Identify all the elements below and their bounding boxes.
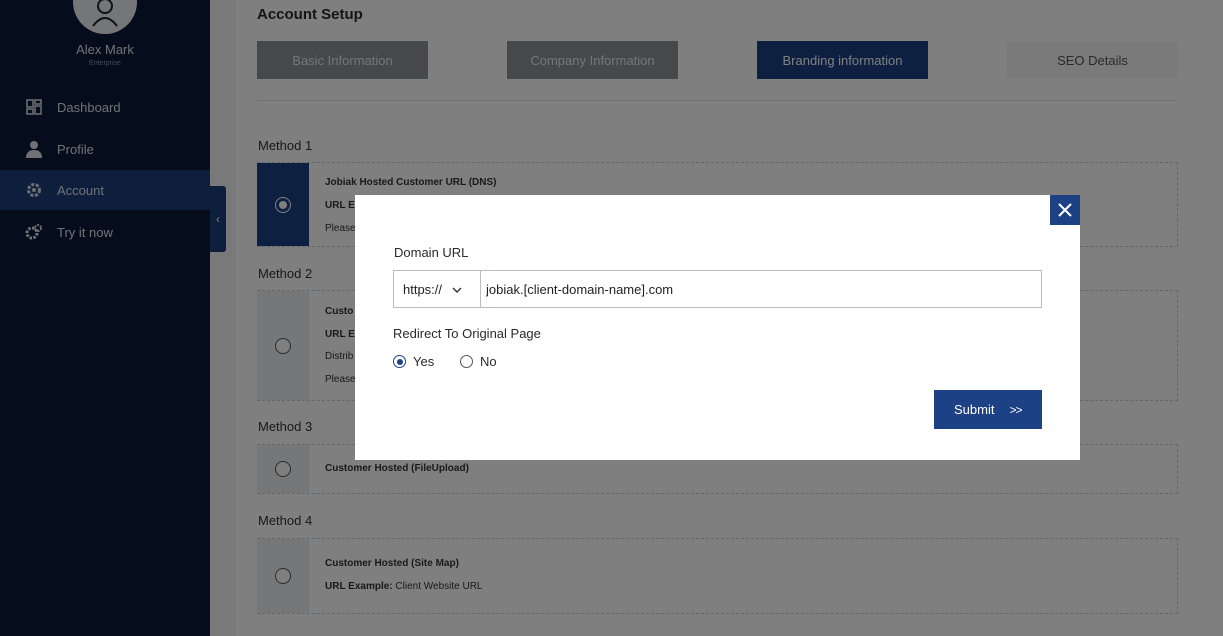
redirect-label: Redirect To Original Page bbox=[393, 326, 541, 341]
protocol-select[interactable]: https:// bbox=[394, 271, 481, 307]
close-icon bbox=[1058, 203, 1072, 217]
chevron-down-icon bbox=[452, 282, 462, 297]
radio-selected-icon[interactable] bbox=[393, 355, 406, 368]
submit-label: Submit bbox=[954, 402, 995, 417]
domain-url-label: Domain URL bbox=[394, 245, 469, 260]
radio-label: No bbox=[480, 354, 497, 369]
redirect-no-option[interactable]: No bbox=[460, 354, 497, 369]
domain-url-input[interactable] bbox=[481, 271, 1041, 307]
close-button[interactable] bbox=[1050, 195, 1080, 225]
redirect-yes-option[interactable]: Yes bbox=[393, 354, 434, 369]
radio-empty-icon[interactable] bbox=[460, 355, 473, 368]
radio-label: Yes bbox=[413, 354, 435, 369]
submit-button[interactable]: Submit >> bbox=[934, 390, 1042, 429]
domain-url-group: https:// bbox=[393, 270, 1042, 308]
protocol-value: https:// bbox=[403, 281, 443, 297]
double-chevron-right-icon: >> bbox=[1009, 402, 1022, 417]
domain-url-modal: Domain URL https:// Redirect To Original… bbox=[355, 195, 1080, 460]
